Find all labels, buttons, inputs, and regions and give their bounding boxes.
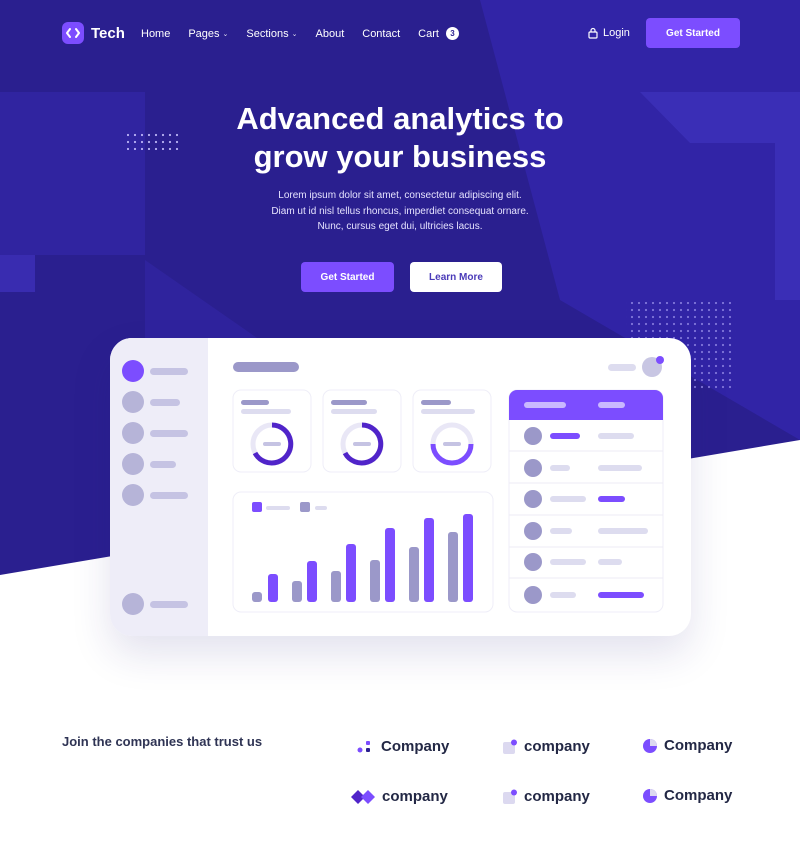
mock-table-card xyxy=(508,389,664,613)
hero-subtitle-line: Diam ut id nisl tellus rhoncus, imperdie… xyxy=(271,205,529,217)
hero-title-line: Advanced analytics to xyxy=(236,101,564,136)
hero-subtitle-line: Nunc, cursus eget dui, ultricies lacus. xyxy=(317,221,483,232)
mock-donut-card-2 xyxy=(322,389,402,473)
cart-count-badge: 3 xyxy=(445,27,459,40)
nav-link-cart[interactable]: Cart 3 xyxy=(418,27,459,40)
company-logo-5: company xyxy=(502,788,590,805)
company-logo-1: Company xyxy=(357,738,449,755)
company-name: Company xyxy=(664,787,733,804)
login-label: Login xyxy=(603,27,630,39)
nav-get-started-button[interactable]: Get Started xyxy=(646,18,740,48)
nav-link-label: Contact xyxy=(362,27,401,40)
mock-bar-chart-card xyxy=(232,491,494,613)
chevron-down-icon: ⌄ xyxy=(222,30,229,38)
brand-name: Tech xyxy=(91,24,125,42)
companies-heading: Join the companies that trust us xyxy=(62,734,263,749)
quarter-circle-icon xyxy=(643,788,657,803)
top-navigation: Tech Home Pages ⌄ Sections ⌄ About Contact… xyxy=(0,0,800,66)
nav-link-label: About xyxy=(315,27,345,40)
company-logo-3: Company xyxy=(642,737,732,754)
company-name: company xyxy=(524,738,590,755)
dashboard-illustration xyxy=(110,338,691,636)
chevron-down-icon: ⌄ xyxy=(291,30,298,38)
hero-learn-more-button[interactable]: Learn More xyxy=(410,262,502,292)
company-name: company xyxy=(524,788,590,805)
nav-link-label: Sections xyxy=(246,27,289,40)
mock-sidebar xyxy=(110,338,208,636)
nav-link-label: Home xyxy=(141,27,171,40)
nav-link-label: Cart xyxy=(418,27,439,40)
mock-donut-card-3 xyxy=(412,389,492,473)
quarter-circle-icon xyxy=(643,738,657,753)
nav-link-about[interactable]: About xyxy=(316,27,345,40)
nav-links: Home Pages ⌄ Sections ⌄ About Contact Cart… xyxy=(141,27,459,40)
nav-link-sections[interactable]: Sections ⌄ xyxy=(246,27,297,40)
hero-title: Advanced analytics to grow your business xyxy=(150,100,650,176)
dots-cluster-icon xyxy=(357,740,370,752)
hero-title-line: grow your business xyxy=(253,139,547,174)
lock-icon xyxy=(588,27,598,39)
company-name: company xyxy=(382,788,448,805)
nav-link-pages[interactable]: Pages ⌄ xyxy=(188,27,228,40)
hero-subtitle-line: Lorem ipsum dolor sit amet, consectetur … xyxy=(278,190,522,201)
login-link[interactable]: Login xyxy=(588,27,630,39)
brand-logo[interactable]: Tech xyxy=(62,22,125,44)
mock-donut-card-1 xyxy=(232,389,312,473)
company-name: Company xyxy=(381,738,450,755)
square-dot-icon xyxy=(503,739,517,754)
company-logo-4: company xyxy=(350,788,448,805)
square-dot-icon xyxy=(503,789,517,804)
nav-link-contact[interactable]: Contact xyxy=(362,27,400,40)
company-logo-2: company xyxy=(502,738,590,755)
nav-link-label: Pages xyxy=(188,27,220,40)
hero-get-started-button[interactable]: Get Started xyxy=(301,262,394,292)
nav-link-home[interactable]: Home xyxy=(141,27,170,40)
dashboard-mockup-graphic xyxy=(110,338,664,636)
company-logo-6: Company xyxy=(642,787,732,804)
double-diamond-icon xyxy=(351,789,375,804)
company-name: Company xyxy=(664,737,733,754)
hero-subtitle: Lorem ipsum dolor sit amet, consectetur … xyxy=(250,188,550,235)
code-brackets-icon xyxy=(62,22,84,44)
